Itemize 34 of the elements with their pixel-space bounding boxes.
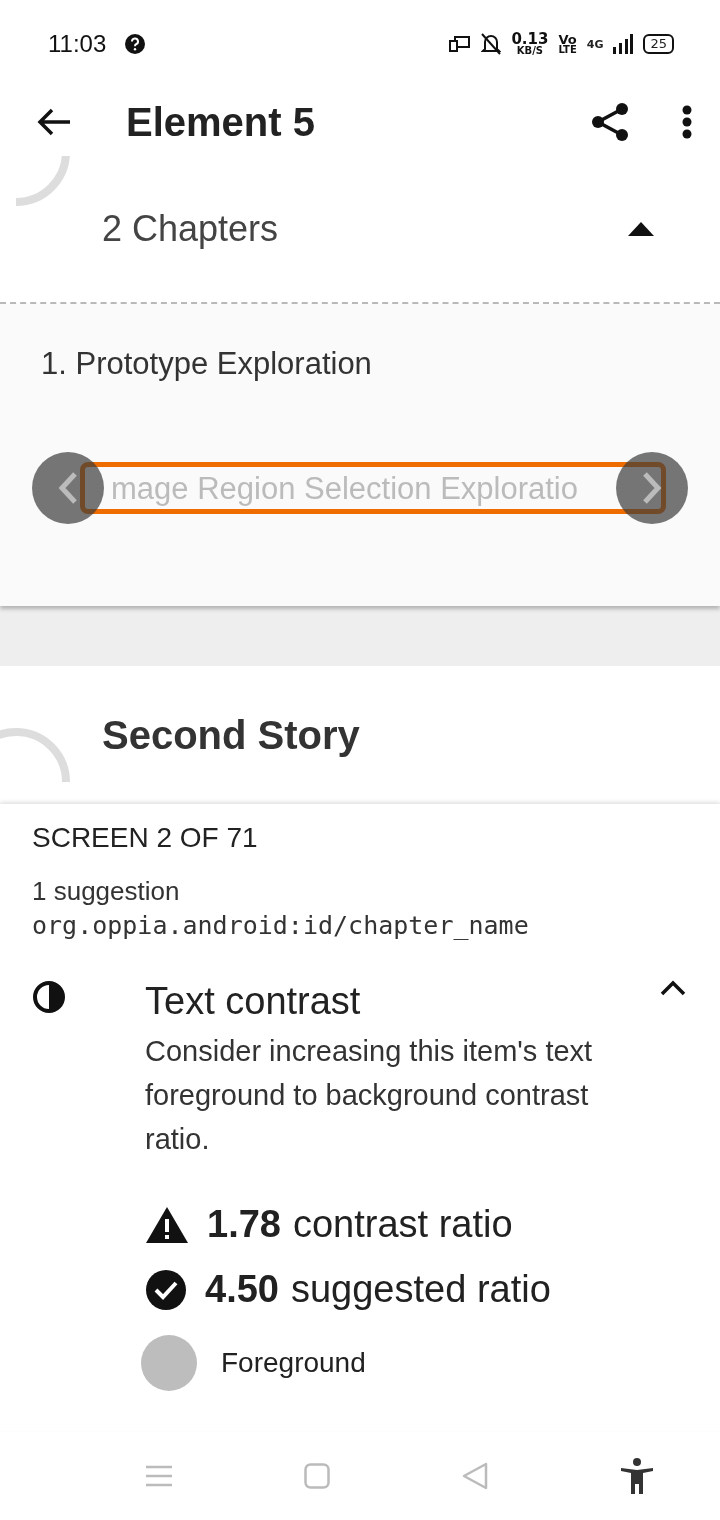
screen-cast-icon	[449, 35, 472, 53]
chevron-right-icon	[642, 471, 662, 505]
ratio-value: 4.50	[205, 1269, 279, 1310]
contrast-icon	[32, 980, 66, 1014]
signal-icon	[613, 34, 634, 54]
back-arrow-icon[interactable]	[36, 107, 72, 137]
check-description: Consider increasing this item's text foreground to background contrast ratio.	[145, 1034, 594, 1157]
element-id: org.oppia.android:id/chapter_name	[32, 911, 530, 940]
more-options-icon[interactable]	[682, 105, 692, 139]
chapters-header[interactable]: 2 Chapters	[102, 208, 628, 250]
caret-up-icon[interactable]	[628, 222, 654, 236]
ratio-label: suggested ratio	[290, 1269, 551, 1310]
chevron-left-icon	[58, 471, 78, 505]
bell-off-icon	[481, 33, 502, 55]
accessibility-icon[interactable]	[620, 1458, 654, 1494]
battery-level: 25	[643, 34, 674, 54]
volte-indicator: Vo LTE	[558, 33, 577, 55]
screen-counter: SCREEN 2 OF 71	[32, 822, 259, 854]
color-label: Foreground	[221, 1345, 366, 1380]
check-title[interactable]: Text contrast	[145, 980, 660, 1023]
ratio-value: 1.78	[207, 1205, 281, 1245]
ratio-label: contrast ratio	[292, 1205, 513, 1245]
clock-time: 11:03	[48, 30, 107, 58]
chevron-up-icon[interactable]	[660, 980, 686, 996]
story-title[interactable]: Second Story	[102, 712, 360, 758]
network-type: 4G	[586, 37, 604, 51]
help-icon	[124, 33, 147, 55]
check-circle-icon	[145, 1268, 187, 1311]
screen-title: Element 5	[126, 99, 316, 145]
network-speed: 0.13 KB/S	[511, 32, 549, 56]
warning-icon	[145, 1205, 189, 1244]
share-icon[interactable]	[590, 102, 630, 142]
suggestion-count: 1 suggestion	[32, 876, 181, 907]
chapter-title[interactable]: 1. Prototype Exploration	[41, 346, 372, 382]
